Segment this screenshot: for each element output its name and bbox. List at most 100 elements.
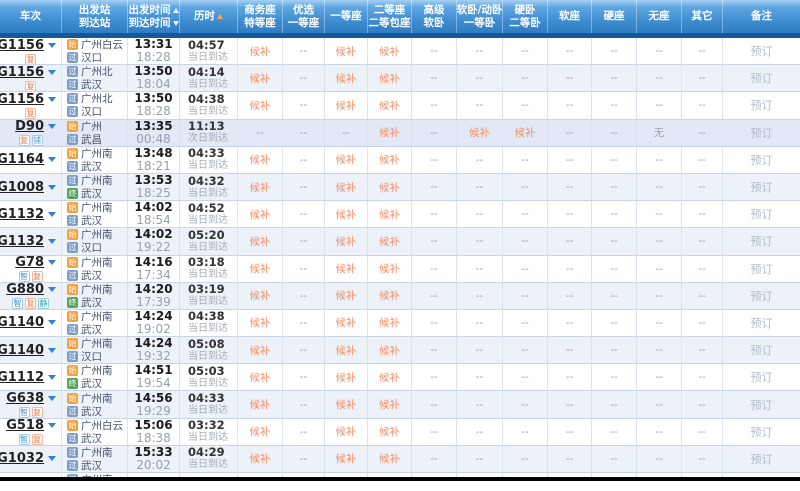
book-button[interactable]: 预订 <box>751 261 773 277</box>
seat-waitlist-link[interactable]: 候补 <box>250 315 271 330</box>
seat-waitlist-link[interactable]: 候补 <box>250 234 271 249</box>
book-button[interactable]: 预订 <box>751 70 773 86</box>
train-number-link[interactable]: G1156 <box>0 92 44 107</box>
seat-waitlist-link[interactable]: 候补 <box>379 288 400 303</box>
seat-waitlist-link[interactable]: 候补 <box>379 152 400 167</box>
seat-waitlist-link[interactable]: 候补 <box>250 397 271 412</box>
book-button[interactable]: 预订 <box>751 206 773 222</box>
seat-waitlist-link[interactable]: 候补 <box>379 44 400 59</box>
seat-waitlist-link[interactable]: 候补 <box>336 288 357 303</box>
train-number-link[interactable]: G1156 <box>0 38 44 53</box>
seat-waitlist-link[interactable]: 候补 <box>250 180 271 195</box>
chevron-down-icon[interactable] <box>48 43 56 48</box>
seat-waitlist-link[interactable]: 候补 <box>379 261 400 276</box>
seat-waitlist-link[interactable]: 候补 <box>379 315 400 330</box>
train-number-link[interactable]: G1112 <box>0 370 44 385</box>
seat-waitlist-link[interactable]: 候补 <box>336 71 357 86</box>
book-button[interactable]: 预订 <box>751 451 773 467</box>
seat-waitlist-link[interactable]: 候补 <box>250 207 271 222</box>
train-number-link[interactable]: G1132 <box>0 234 44 249</box>
seat-waitlist-link[interactable]: 候补 <box>336 180 357 195</box>
chevron-down-icon[interactable] <box>48 396 56 401</box>
train-number-link[interactable]: G1164 <box>0 152 44 167</box>
seat-waitlist-link[interactable]: 候补 <box>379 397 400 412</box>
seat-waitlist-link[interactable]: 候补 <box>379 125 400 140</box>
chevron-down-icon[interactable] <box>48 157 56 162</box>
chevron-down-icon[interactable] <box>48 124 56 129</box>
chevron-down-icon[interactable] <box>48 287 56 292</box>
book-button[interactable]: 预订 <box>751 397 773 413</box>
book-button[interactable]: 预订 <box>751 424 773 440</box>
seat-waitlist-link[interactable]: 候补 <box>469 125 490 140</box>
seat-waitlist-link[interactable]: 候补 <box>250 98 271 113</box>
sort-ascending-icon[interactable] <box>217 14 223 19</box>
seat-waitlist-link[interactable]: 候补 <box>336 424 357 439</box>
sort-ascending-icon[interactable] <box>173 8 179 13</box>
book-button[interactable]: 预订 <box>751 97 773 113</box>
seat-waitlist-link[interactable]: 候补 <box>515 125 536 140</box>
seat-waitlist-link[interactable]: 候补 <box>379 424 400 439</box>
seat-waitlist-link[interactable]: 候补 <box>336 98 357 113</box>
train-number-link[interactable]: G638 <box>6 391 44 406</box>
book-button[interactable]: 预订 <box>751 315 773 331</box>
seat-waitlist-link[interactable]: 候补 <box>250 370 271 385</box>
seat-waitlist-link[interactable]: 候补 <box>250 261 271 276</box>
seat-waitlist-link[interactable]: 候补 <box>250 71 271 86</box>
chevron-down-icon[interactable] <box>48 260 56 265</box>
book-button[interactable]: 预订 <box>751 125 773 141</box>
seat-waitlist-link[interactable]: 候补 <box>250 424 271 439</box>
chevron-down-icon[interactable] <box>48 97 56 102</box>
train-number-link[interactable]: G880 <box>6 283 44 298</box>
seat-waitlist-link[interactable]: 候补 <box>336 207 357 222</box>
train-number-link[interactable]: G1132 <box>0 207 44 222</box>
chevron-down-icon[interactable] <box>48 185 56 190</box>
seat-waitlist-link[interactable]: 候补 <box>336 315 357 330</box>
seat-waitlist-link[interactable]: 候补 <box>379 71 400 86</box>
sort-descending-icon[interactable] <box>173 21 179 26</box>
book-button[interactable]: 预订 <box>751 179 773 195</box>
book-button[interactable]: 预订 <box>751 369 773 385</box>
train-number-link[interactable]: G518 <box>6 419 44 434</box>
train-number-link[interactable]: G1032 <box>0 451 44 466</box>
seat-waitlist-link[interactable]: 候补 <box>379 343 400 358</box>
seat-waitlist-link[interactable]: 候补 <box>379 234 400 249</box>
book-button[interactable]: 预订 <box>751 152 773 168</box>
seat-waitlist-link[interactable]: 候补 <box>336 44 357 59</box>
seat-waitlist-link[interactable]: 候补 <box>250 152 271 167</box>
column-header-times[interactable]: 出发时间到达时间 <box>128 0 180 33</box>
chevron-down-icon[interactable] <box>48 348 56 353</box>
book-button[interactable]: 预订 <box>751 288 773 304</box>
seat-waitlist-link[interactable]: 候补 <box>336 397 357 412</box>
column-header-duration[interactable]: 历时 <box>180 0 238 33</box>
chevron-down-icon[interactable] <box>48 70 56 75</box>
chevron-down-icon[interactable] <box>48 212 56 217</box>
seat-waitlist-link[interactable]: 候补 <box>379 451 400 466</box>
book-button[interactable]: 预订 <box>751 233 773 249</box>
train-number-link[interactable]: D90 <box>15 120 44 135</box>
seat-waitlist-link[interactable]: 候补 <box>336 370 357 385</box>
chevron-down-icon[interactable] <box>48 423 56 428</box>
train-number-link[interactable]: G1156 <box>0 65 44 80</box>
chevron-down-icon[interactable] <box>48 375 56 380</box>
seat-waitlist-link[interactable]: 候补 <box>336 152 357 167</box>
seat-waitlist-link[interactable]: 候补 <box>379 98 400 113</box>
chevron-down-icon[interactable] <box>48 320 56 325</box>
seat-waitlist-link[interactable]: 候补 <box>250 343 271 358</box>
seat-waitlist-link[interactable]: 候补 <box>250 451 271 466</box>
seat-waitlist-link[interactable]: 候补 <box>336 451 357 466</box>
seat-waitlist-link[interactable]: 候补 <box>379 207 400 222</box>
seat-waitlist-link[interactable]: 候补 <box>379 370 400 385</box>
chevron-down-icon[interactable] <box>48 456 56 461</box>
train-number-link[interactable]: G1008 <box>0 180 44 195</box>
seat-waitlist-link[interactable]: 候补 <box>336 343 357 358</box>
train-number-link[interactable]: G78 <box>15 256 44 271</box>
seat-waitlist-link[interactable]: 候补 <box>336 234 357 249</box>
book-button[interactable]: 预订 <box>751 342 773 358</box>
train-number-link[interactable]: G1140 <box>0 315 44 330</box>
seat-waitlist-link[interactable]: 候补 <box>336 261 357 276</box>
seat-waitlist-link[interactable]: 候补 <box>250 288 271 303</box>
seat-waitlist-link[interactable]: 候补 <box>379 180 400 195</box>
seat-waitlist-link[interactable]: 候补 <box>250 44 271 59</box>
book-button[interactable]: 预订 <box>751 43 773 59</box>
chevron-down-icon[interactable] <box>48 239 56 244</box>
